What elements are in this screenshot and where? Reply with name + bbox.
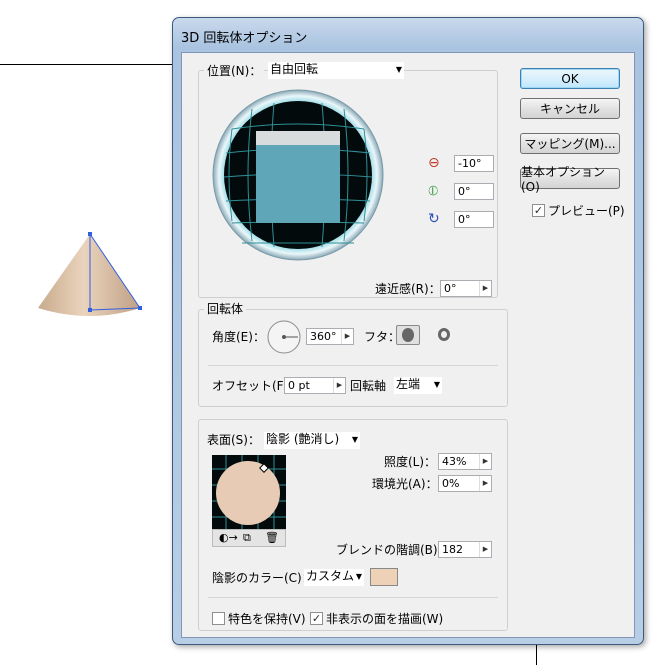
axis-value: 左端 (396, 377, 421, 391)
chevron-down-icon: ▼ (351, 435, 358, 444)
artboard-edge (0, 64, 178, 65)
z-rotate-icon: ↻ (428, 211, 440, 227)
cap-on-button[interactable] (396, 325, 420, 345)
position-preset-value: 自由回転 (270, 62, 319, 76)
preserve-spot-label: 特色を保持(V) (228, 612, 306, 626)
ok-button[interactable]: OK (520, 68, 620, 89)
chevron-down-icon: ▼ (433, 380, 440, 389)
z-rotation-input[interactable]: 0° (454, 211, 494, 228)
chevron-down-icon: ▼ (395, 65, 402, 74)
preview-checkbox[interactable]: ✓ (532, 204, 545, 217)
solid-cap-icon (402, 328, 414, 342)
revolve-label: 回転体 (204, 302, 247, 316)
blend-steps-label: ブレンドの階調(B)： (336, 543, 450, 557)
cap-off-button[interactable] (436, 327, 452, 343)
arrow-right-icon: ▶ (479, 542, 491, 557)
new-light-icon[interactable]: ⧉ (243, 531, 251, 545)
ambient-label: 環境光(A)： (372, 477, 438, 491)
ambient-value: 0% (442, 477, 460, 490)
angle-dial[interactable] (266, 319, 302, 355)
arrow-right-icon: ▶ (333, 378, 345, 393)
hollow-cap-icon (438, 328, 450, 341)
angle-label: 角度(E)： (212, 330, 265, 344)
y-rotate-icon: ⦶ (428, 183, 439, 199)
trash-icon[interactable]: 🗑 (265, 531, 279, 544)
perspective-input[interactable]: 0° ▶ (440, 280, 492, 297)
surface-type-value: 陰影 (艶消し) (266, 432, 340, 446)
preserve-spot-checkbox[interactable] (212, 612, 225, 625)
arrow-right-icon: ▶ (479, 476, 491, 491)
revolve-options-dialog: 3D 回転体オプション 位置(N)： 自由回転 ▼ ⊖ -10° ⦶ 0° ↻ … (172, 17, 644, 645)
chevron-down-icon: ▼ (355, 572, 362, 581)
perspective-label: 遠近感(R)： (375, 282, 441, 296)
cone-artwork[interactable] (34, 228, 146, 320)
blend-steps-input[interactable]: 182 ▶ (438, 541, 492, 558)
y-rotation-input[interactable]: 0° (454, 183, 494, 200)
basic-options-button[interactable]: 基本オプション(O) (520, 165, 620, 194)
lighting-sphere-preview[interactable] (212, 455, 286, 529)
blend-steps-value: 182 (442, 543, 463, 556)
surface-label: 表面(S)： (204, 433, 263, 447)
intensity-label: 照度(L)： (384, 455, 437, 469)
shade-color-swatch[interactable] (370, 568, 398, 586)
ambient-input[interactable]: 0% ▶ (438, 475, 492, 492)
rotation-track-cube[interactable] (212, 89, 384, 261)
artboard-edge-right (536, 645, 537, 665)
shade-color-value: カスタム (306, 569, 355, 583)
offset-input[interactable]: 0 pt ▶ (284, 377, 346, 394)
dialog-title: 3D 回転体オプション (181, 31, 308, 46)
draw-hidden-label: 非表示の面を描画(W) (326, 612, 444, 626)
draw-hidden-checkbox[interactable]: ✓ (310, 612, 323, 625)
axis-dropdown[interactable]: 左端 ▼ (394, 377, 442, 394)
position-label: 位置(N)： (204, 64, 265, 78)
intensity-input[interactable]: 43% ▶ (438, 453, 492, 470)
title-bar[interactable]: 3D 回転体オプション (173, 18, 643, 52)
surface-type-dropdown[interactable]: 陰影 (艶消し) ▼ (264, 432, 360, 449)
cap-label: フタ： (364, 330, 401, 344)
dialog-body: 位置(N)： 自由回転 ▼ ⊖ -10° ⦶ 0° ↻ 0° 遠近感(R)： 0… (181, 52, 635, 638)
axis-label: 回転軸 (350, 379, 387, 393)
cancel-button[interactable]: キャンセル (520, 98, 620, 119)
offset-value: 0 pt (288, 379, 310, 392)
x-rotation-input[interactable]: -10° (454, 155, 494, 172)
move-light-icon[interactable]: ◐→ (219, 531, 238, 544)
arrow-right-icon: ▶ (341, 329, 353, 344)
revolve-divider (208, 365, 498, 366)
surface-divider (208, 597, 498, 598)
position-preset-dropdown[interactable]: 自由回転 ▼ (268, 62, 404, 79)
perspective-value: 0° (444, 282, 457, 295)
shade-color-dropdown[interactable]: カスタム ▼ (304, 569, 364, 586)
preview-label: プレビュー(P) (548, 204, 625, 218)
x-rotate-icon: ⊖ (428, 155, 440, 171)
shade-color-label: 陰影のカラー(C)： (212, 571, 314, 585)
mapping-button[interactable]: マッピング(M)... (520, 133, 620, 154)
angle-value: 360° (310, 330, 337, 343)
arrow-right-icon: ▶ (479, 454, 491, 469)
light-tools-bar: ◐→ ⧉ 🗑 (212, 529, 286, 547)
arrow-right-icon: ▶ (479, 281, 491, 296)
angle-input[interactable]: 360° ▶ (306, 328, 354, 345)
intensity-value: 43% (442, 455, 467, 468)
